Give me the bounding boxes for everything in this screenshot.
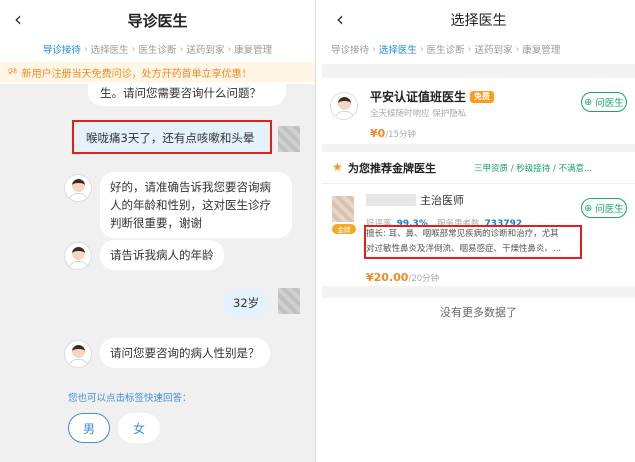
page-title: 导诊医生 (127, 11, 188, 30)
divider (322, 286, 635, 298)
recommend-heading: 为您推荐金牌医生 (348, 162, 436, 175)
doctor-price: ¥20.00/20分钟 (366, 271, 440, 284)
progress-steps: 导诊接待 › 选择医生 › 医生诊断 › 送药到家 › 康复管理 (331, 43, 561, 57)
highlight-box (72, 120, 272, 154)
step-rehab: 康复管理 (234, 45, 273, 56)
page-title: 选择医生 (450, 13, 507, 29)
speaker-icon: 🕫 (8, 65, 18, 77)
doctor-avatar (64, 242, 92, 270)
gold-doctor-card[interactable]: 金牌 主治医师 好评率 99.3% 服务患者数 733792 ⊕ 问医生 擅长:… (322, 184, 635, 286)
step-reception: 导诊接待 (331, 45, 370, 56)
step-reception: 导诊接待 (42, 45, 81, 56)
user-avatar-blurred (278, 126, 300, 152)
duty-doctor-desc: 全天候随时响应 保护隐私 (370, 109, 467, 119)
doctor-message-gender: 请问您要咨询的病人性别是？ (100, 338, 270, 368)
step-rehab: 康复管理 (522, 45, 561, 56)
doctor-message: 生。请问您需要咨询什么问题？ (88, 84, 286, 106)
no-more-data: 没有更多数据了 (440, 306, 517, 319)
user-avatar-blurred (278, 288, 300, 314)
step-diagnosis: 医生诊断 (138, 45, 177, 56)
ask-doctor-button[interactable]: ⊕ 问医生 (581, 92, 627, 112)
medal-icon: ★ (332, 160, 343, 174)
free-badge: 免费 (470, 91, 495, 103)
progress-steps: 导诊接待 › 选择医生 › 医生诊断 › 送药到家 › 康复管理 (42, 43, 273, 57)
quick-reply-male[interactable]: 男 (68, 413, 110, 443)
ask-doctor-button[interactable]: ⊕ 问医生 (581, 198, 627, 218)
promo-notice[interactable]: 🕫 新用户注册当天免费问诊，处方开药首单立享优惠！ (0, 62, 315, 82)
chat-area: 生。请问您需要咨询什么问题？ 喉咙痛3天了，还有点咳嗽和头晕 好的，请准确告诉我… (0, 84, 315, 462)
nav-bar: ‹ 导诊医生 (0, 0, 315, 40)
duty-doctor-name: 平安认证值班医生 免费 (370, 88, 495, 105)
recommend-header: ★ 为您推荐金牌医生 三甲资质 / 秒级接待 / 不满意... (322, 152, 635, 184)
quick-reply-hint: 您也可以点击标签快速回答： (68, 393, 192, 404)
nav-bar: ‹ 选择医生 (322, 0, 635, 40)
doctor-name-blurred (366, 194, 416, 206)
step-choose-doctor: 选择医生 (90, 45, 129, 56)
duty-doctor-card[interactable]: 平安认证值班医生 免费 全天候随时响应 保护隐私 ¥0/15分钟 ⊕ 问医生 (322, 78, 635, 144)
doctor-avatar (330, 92, 358, 120)
quick-reply-female[interactable]: 女 (118, 413, 160, 443)
back-arrow-icon[interactable]: ‹ (14, 9, 22, 29)
divider (322, 144, 635, 152)
doctor-avatar (64, 174, 92, 202)
duty-doctor-price: ¥0/15分钟 (370, 127, 416, 140)
doctor-message-age: 请告诉我病人的年龄 (100, 240, 224, 270)
step-delivery: 送药到家 (474, 45, 513, 56)
step-choose-doctor: 选择医生 (378, 45, 417, 56)
choose-doctor-panel: ‹ 选择医生 导诊接待 › 选择医生 › 医生诊断 › 送药到家 › 康复管理 … (322, 0, 635, 462)
divider (322, 64, 635, 78)
back-arrow-icon[interactable]: ‹ (336, 9, 344, 29)
step-diagnosis: 医生诊断 (426, 45, 465, 56)
user-message-age: 32岁 (223, 289, 270, 317)
doctor-title: 主治医师 (420, 194, 464, 207)
step-delivery: 送药到家 (186, 45, 225, 56)
guide-doctor-panel: ‹ 导诊医生 导诊接待 › 选择医生 › 医生诊断 › 送药到家 › 康复管理 … (0, 0, 316, 462)
doctor-avatar (64, 340, 92, 368)
doctor-photo-blurred (332, 196, 354, 222)
highlight-box (364, 225, 582, 259)
gold-medal-badge: 金牌 (332, 224, 356, 234)
recommend-tags[interactable]: 三甲资质 / 秒级接待 / 不满意... (474, 162, 592, 174)
doctor-message-gender-age: 好的，请准确告诉我您要咨询病 人的年龄和性别，这对医生诊疗 判断很重要，谢谢 (100, 172, 292, 238)
